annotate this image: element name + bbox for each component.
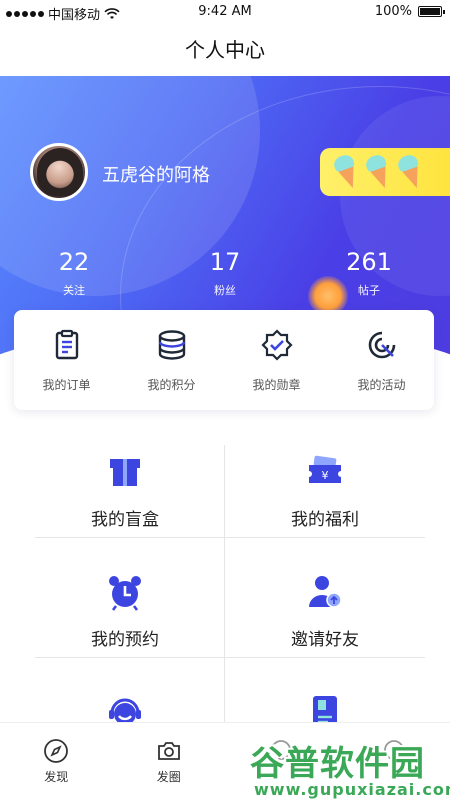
- tab-label: 发现: [44, 770, 69, 784]
- stat-posts[interactable]: 261 帖子: [309, 248, 429, 298]
- stat-label: 帖子: [358, 284, 380, 297]
- tab-post[interactable]: 发圈: [113, 723, 226, 800]
- target-icon: [368, 331, 395, 359]
- quick-action-label: 我的积分: [147, 378, 196, 392]
- quick-action-medals[interactable]: 我的勋章: [224, 310, 329, 410]
- grid-item-label: 我的预约: [91, 630, 159, 650]
- tab-label: 发圈: [156, 770, 181, 784]
- ice-cream-badge[interactable]: [320, 148, 450, 196]
- grid-item-label: 我的福利: [291, 510, 359, 530]
- svg-text:¥: ¥: [322, 469, 329, 482]
- stat-value: 22: [58, 248, 90, 276]
- add-user-icon: [309, 576, 342, 608]
- watermark-text: 谷普软件园: [250, 744, 425, 784]
- battery-percent: 100%: [374, 4, 412, 19]
- stat-label: 关注: [63, 284, 85, 297]
- stat-value: 17: [209, 248, 241, 276]
- stat-following[interactable]: 22 关注: [14, 248, 134, 298]
- ice-cream-icon: [393, 152, 429, 193]
- stat-fans[interactable]: 17 粉丝: [165, 248, 285, 298]
- quick-action-label: 我的勋章: [252, 378, 301, 392]
- status-right: 100%: [374, 4, 445, 19]
- quick-actions-card: 我的订单 我的积分 我的勋章 我的活动: [14, 310, 434, 410]
- divider: [35, 657, 425, 658]
- ice-cream-icon: [361, 152, 397, 193]
- quick-action-activities[interactable]: 我的活动: [329, 310, 434, 410]
- grid-item-welfare[interactable]: ¥ 我的福利: [225, 445, 425, 565]
- coupon-icon: ¥: [309, 455, 341, 483]
- quick-action-label: 我的活动: [357, 378, 406, 392]
- grid-item-blind-box[interactable]: 我的盲盒: [25, 445, 225, 565]
- camera-icon: [157, 742, 180, 760]
- gift-box-icon: [110, 459, 140, 486]
- grid-item-label: 邀请好友: [291, 630, 359, 650]
- battery-icon: [418, 6, 445, 17]
- stat-value: 261: [346, 248, 392, 276]
- compass-icon: [44, 739, 69, 763]
- badge-check-icon: [260, 329, 293, 361]
- grid-item-reservations[interactable]: 我的预约: [25, 565, 225, 685]
- quick-action-label: 我的订单: [42, 378, 91, 392]
- page-title: 个人中心: [185, 38, 265, 62]
- database-icon: [158, 330, 185, 360]
- grid-item-invite-friends[interactable]: 邀请好友: [225, 565, 425, 685]
- quick-action-orders[interactable]: 我的订单: [14, 310, 119, 410]
- stat-label: 粉丝: [214, 284, 236, 297]
- quick-action-points[interactable]: 我的积分: [119, 310, 224, 410]
- ice-cream-icon: [329, 152, 365, 193]
- avatar[interactable]: [30, 143, 88, 201]
- user-name[interactable]: 五虎谷的阿格: [102, 161, 210, 187]
- watermark: 谷普软件园 www.gupuxiazai.com: [250, 736, 450, 800]
- tab-discover[interactable]: 发现: [0, 723, 113, 800]
- grid-item-label: 我的盲盒: [91, 510, 159, 530]
- divider: [35, 537, 425, 538]
- status-bar: 中国移动 9:42 AM 100%: [0, 0, 450, 24]
- watermark-url: www.gupuxiazai.com: [254, 780, 450, 799]
- divider: [224, 445, 225, 725]
- clipboard-icon: [55, 329, 78, 360]
- alarm-clock-icon: [109, 576, 141, 611]
